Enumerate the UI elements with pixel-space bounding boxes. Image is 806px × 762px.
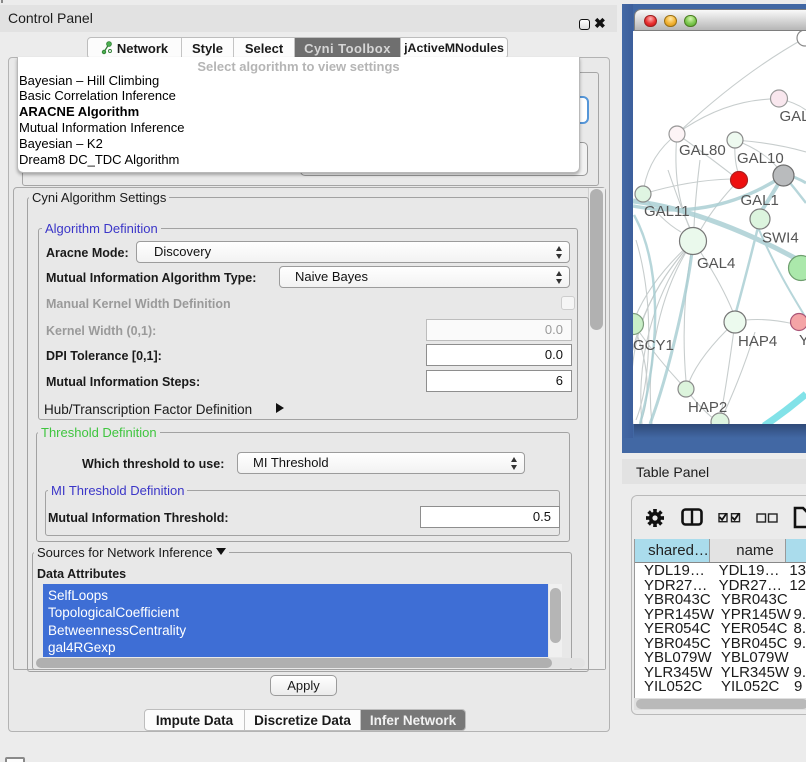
svg-text:SWI4: SWI4 bbox=[762, 230, 799, 247]
svg-text:GAL: GAL bbox=[780, 108, 806, 125]
svg-text:HAP4: HAP4 bbox=[738, 333, 777, 350]
svg-text:Y: Y bbox=[799, 332, 806, 349]
svg-text:GAL1: GAL1 bbox=[741, 192, 779, 209]
svg-text:GAL4: GAL4 bbox=[697, 255, 735, 272]
svg-text:GAL10: GAL10 bbox=[737, 150, 784, 167]
svg-text:GAL80: GAL80 bbox=[679, 142, 726, 159]
svg-text:GAL11: GAL11 bbox=[644, 203, 690, 220]
svg-text:HAP2: HAP2 bbox=[688, 399, 727, 416]
svg-text:GCY1: GCY1 bbox=[633, 337, 674, 354]
